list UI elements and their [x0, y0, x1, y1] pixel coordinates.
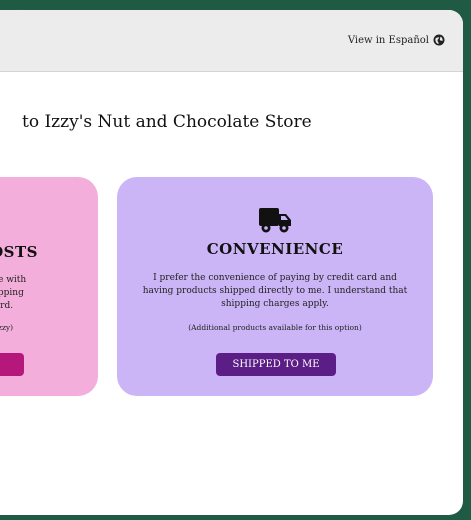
costs-card-note: zzy) [0, 323, 14, 332]
header-bar: View in Español [0, 10, 463, 72]
convenience-card-title: CONVENIENCE [206, 240, 344, 258]
costs-card-title: OSTS [0, 243, 38, 261]
welcome-heading: to Izzy's Nut and Chocolate Store [22, 112, 312, 132]
truck-icon [259, 208, 291, 233]
language-toggle-link[interactable]: View in Español [348, 34, 445, 46]
shipped-to-me-button[interactable]: SHIPPED TO ME [216, 353, 336, 376]
globe-icon [433, 34, 445, 46]
costs-option-card: OSTS nd coordinate with vill be no shipp… [0, 177, 98, 396]
store-window: View in Español to Izzy's Nut and Chocol… [0, 10, 463, 515]
language-link-label: View in Español [347, 34, 429, 46]
costs-text-line: vill be no shipping [0, 288, 24, 298]
convenience-card-text: I prefer the convenience of paying by cr… [142, 273, 408, 309]
convenience-option-card: CONVENIENCE I prefer the convenience of … [117, 177, 433, 396]
costs-option-button[interactable] [0, 353, 24, 376]
convenience-card-note: (Additional products available for this … [188, 323, 362, 332]
costs-text-line: nd coordinate with [0, 275, 27, 285]
costs-card-text: nd coordinate with vill be no shipping y… [0, 274, 80, 313]
costs-text-line: y credit card. [0, 301, 14, 311]
